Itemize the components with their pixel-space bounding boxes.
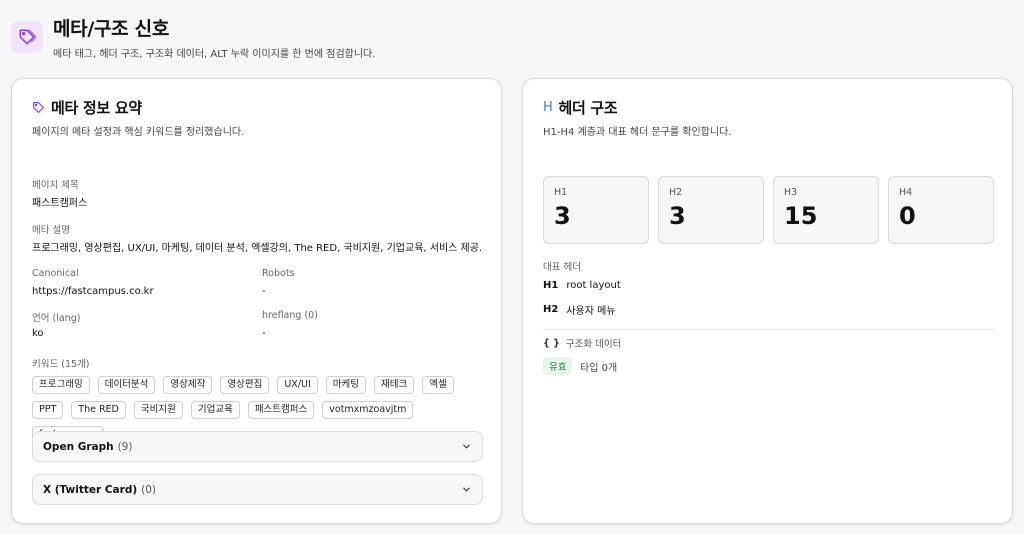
lang-label: 언어 (lang) — [32, 313, 81, 324]
keyword-chip: 프로그래밍 — [32, 376, 90, 394]
header-structure-card: H 헤더 구조 H1-H4 계층과 대표 헤더 문구를 확인합니다. H1 3 … — [522, 78, 1013, 524]
page-subtitle: 메타 태그, 헤더 구조, 구조화 데이터, ALT 누락 이미지를 한 번에 … — [53, 49, 376, 60]
hreflang-value: - — [262, 328, 266, 339]
robots-label: Robots — [262, 268, 295, 279]
representative-header-row: H2 사용자 메뉴 — [543, 302, 616, 317]
keyword-chip: 국비지원 — [133, 401, 183, 419]
keyword-chip: 패스트캠퍼스 — [247, 401, 315, 419]
h1-count-label: H1 — [554, 187, 568, 198]
keyword-chip: 영상편집 — [220, 376, 270, 394]
page-header: 메타/구조 신호 메타 태그, 헤더 구조, 구조화 데이터, ALT 누락 이… — [11, 16, 375, 60]
keyword-chip: PPT — [32, 401, 64, 419]
meta-summary-card: 메타 정보 요약 페이지의 메타 설정과 핵심 키워드를 정리했습니다. 페이지… — [11, 78, 502, 524]
meta-desc-label: 메타 설명 — [32, 225, 70, 236]
keyword-chip: 엑셀 — [422, 376, 454, 394]
h3-count-label: H3 — [784, 187, 798, 198]
keyword-chip: 기업교육 — [190, 401, 240, 419]
heading-icon: H — [543, 100, 553, 115]
h2-count-label: H2 — [669, 187, 683, 198]
representative-header-label: 대표 헤더 — [543, 262, 581, 273]
h1-count-box: H1 3 — [543, 176, 649, 244]
h2-count-box: H2 3 — [658, 176, 764, 244]
keyword-chip: votmxmzoavjtm — [322, 401, 414, 419]
h4-count-value: 0 — [899, 202, 916, 230]
h2-count-value: 3 — [669, 202, 686, 230]
open-graph-accordion[interactable]: Open Graph (9) — [32, 431, 483, 462]
twitter-card-count: (0) — [141, 483, 157, 496]
h3-count-value: 15 — [784, 202, 818, 230]
header-tag: H1 — [543, 280, 559, 291]
header-text: 사용자 메뉴 — [566, 306, 616, 317]
divider — [543, 329, 994, 330]
h4-count-label: H4 — [899, 187, 913, 198]
structured-data-label: 구조화 데이터 — [565, 339, 622, 350]
keyword-chip: UX/UI — [277, 376, 318, 394]
keyword-chip: 데이터분석 — [97, 376, 156, 394]
meta-card-desc: 페이지의 메타 설정과 핵심 키워드를 정리했습니다. — [32, 127, 245, 138]
header-tag: H2 — [543, 304, 559, 315]
structured-data-types: 타입 0개 — [580, 363, 618, 374]
twitter-card-accordion[interactable]: X (Twitter Card) (0) — [32, 474, 483, 505]
tag-icon — [11, 21, 43, 53]
open-graph-count: (9) — [117, 440, 133, 453]
header-card-title: H 헤더 구조 — [543, 97, 618, 118]
meta-desc-value: 프로그래밍, 영상편집, UX/UI, 마케팅, 데이터 분석, 엑셀강의, T… — [32, 243, 483, 254]
chevron-down-icon — [461, 484, 472, 495]
braces-icon: { } — [543, 337, 560, 349]
h1-count-value: 3 — [554, 202, 571, 230]
representative-header-row: H1 root layout — [543, 280, 621, 291]
keyword-chip: The RED — [71, 401, 126, 419]
lang-value: ko — [32, 328, 44, 339]
canonical-value: https://fastcampus.co.kr — [32, 286, 154, 297]
meta-card-title-text: 메타 정보 요약 — [51, 99, 142, 117]
canonical-label: Canonical — [32, 268, 79, 279]
keywords-label: 키워드 (15개) — [32, 359, 90, 370]
keyword-chip: 영상제작 — [163, 376, 213, 394]
structured-data-heading: { } 구조화 데이터 — [543, 336, 622, 351]
header-text: root layout — [566, 280, 621, 291]
page-title-label: 페이지 제목 — [32, 180, 79, 191]
hreflang-label: hreflang (0) — [262, 310, 318, 321]
tag-icon — [32, 101, 45, 114]
h4-count-box: H4 0 — [888, 176, 994, 244]
twitter-card-label: X (Twitter Card) — [43, 483, 138, 496]
page-title-value: 패스트캠퍼스 — [32, 198, 88, 209]
keyword-chip: 마케팅 — [325, 376, 366, 394]
robots-value: - — [262, 286, 266, 297]
chevron-down-icon — [461, 441, 472, 452]
open-graph-label: Open Graph — [43, 440, 114, 453]
page-title: 메타/구조 신호 — [53, 18, 170, 40]
status-badge: 유효 — [543, 357, 573, 375]
header-card-desc: H1-H4 계층과 대표 헤더 문구를 확인합니다. — [543, 127, 732, 138]
keyword-chip: 재테크 — [374, 376, 415, 394]
meta-card-title: 메타 정보 요약 — [32, 97, 142, 118]
header-card-title-text: 헤더 구조 — [558, 99, 618, 117]
h3-count-box: H3 15 — [773, 176, 879, 244]
